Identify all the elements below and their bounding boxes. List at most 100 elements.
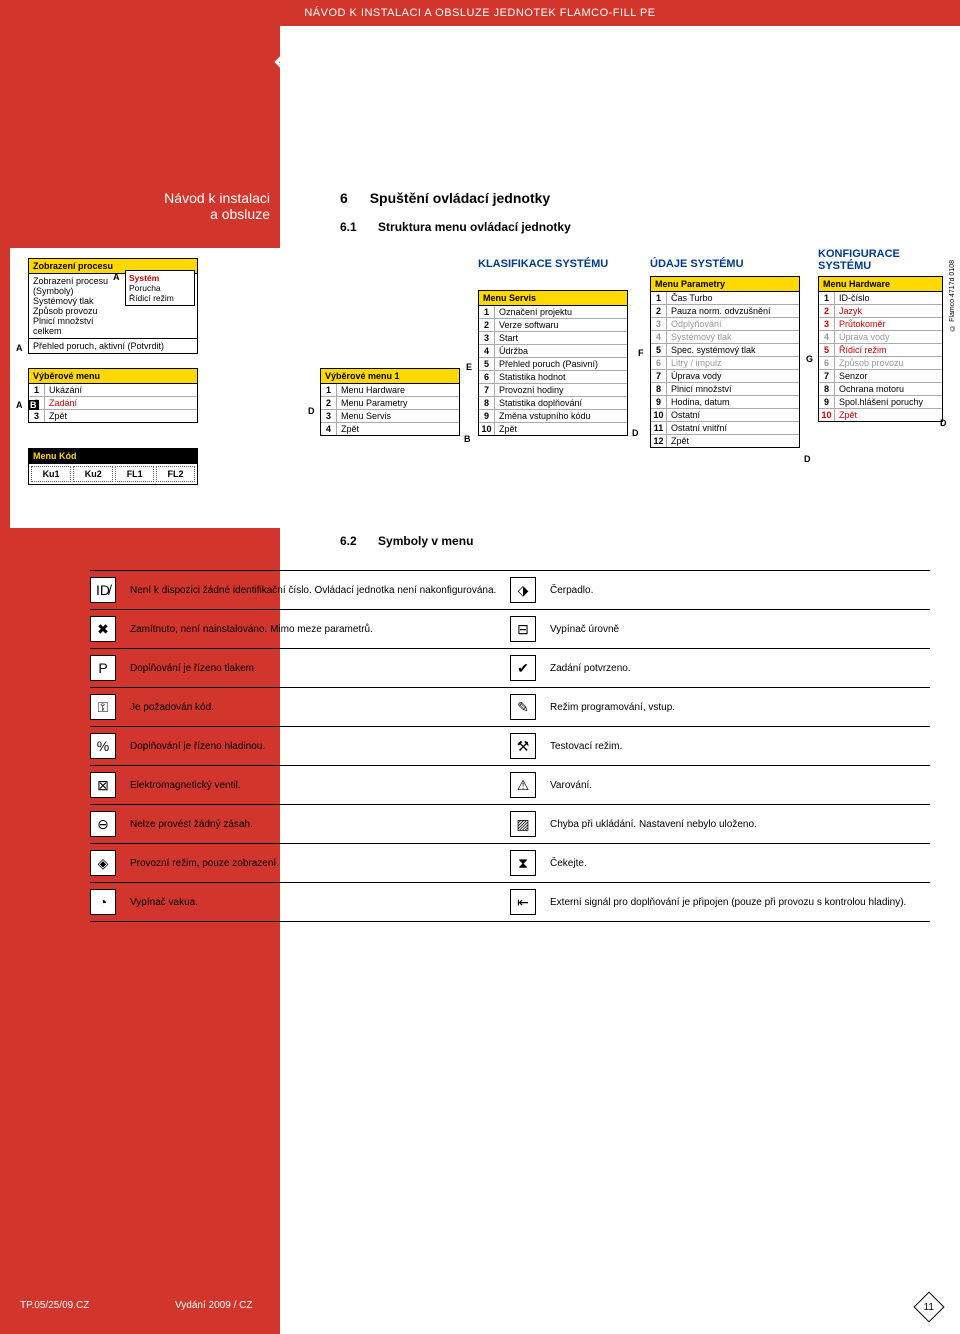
menu-row: 9Spol.hlášení poruchy [819, 396, 942, 409]
row-num: 2 [819, 305, 835, 317]
row-num: 5 [651, 344, 667, 356]
row-text: Verze softwaru [495, 319, 627, 331]
row-num: 5 [819, 344, 835, 356]
legend-row: ◈Provozní režim, pouze zobrazení.⧗Čekejt… [90, 843, 930, 882]
menu-row: 2Zadání [29, 397, 197, 410]
section-6-2-num: 6.2 [340, 534, 357, 548]
menu-row: 1ID-číslo [819, 292, 942, 305]
tag-f: F [638, 348, 644, 358]
row-text: Zadání [45, 397, 197, 409]
row-num: 10 [819, 409, 835, 421]
box-vyberove-menu: Výběrové menu 1Ukázání2Zadání3Zpět [28, 368, 198, 423]
row-text: Odplyňování [667, 318, 799, 330]
row-text: Spec. systémový tlak [667, 344, 799, 356]
symbols-legend: ID̸Není k dispozici žádné identifikační … [90, 570, 930, 922]
menu-row: 7Provozní hodiny [479, 384, 627, 397]
row-text: Ostatní [667, 409, 799, 421]
header-bar: NÁVOD K INSTALACI A OBSLUZE JEDNOTEK FLA… [0, 0, 960, 26]
footer-docnum: TP.05/25/09.CZ [20, 1300, 89, 1311]
menu-row: 12Zpět [651, 435, 799, 447]
legend-icon: ⊖ [90, 811, 116, 837]
row-text: Litry / impulz [667, 357, 799, 369]
menu-row: 5Spec. systémový tlak [651, 344, 799, 357]
section-6-1-num: 6.1 [340, 220, 357, 234]
row-num: 7 [479, 384, 495, 396]
box-hdr: Menu Kód [29, 449, 197, 464]
row-num: 4 [479, 345, 495, 357]
row-num: 4 [321, 423, 337, 435]
legend-text: Vypínač vakua. [130, 897, 198, 908]
row-num: 7 [651, 370, 667, 382]
tag-d: D [308, 406, 315, 416]
row-text: Plnicí množství [667, 383, 799, 395]
row-text: Úprava vody [835, 331, 942, 343]
sys-title: Systém [129, 273, 159, 283]
nav-line2: a obsluze [140, 206, 270, 222]
legend-text: Zamítnuto, není nainstalováno. Mimo meze… [130, 624, 373, 635]
row-text: Menu Hardware [337, 384, 459, 396]
row-num: 3 [479, 332, 495, 344]
legend-icon: ID̸ [90, 577, 116, 603]
menu-row: 4Systémový tlak [651, 331, 799, 344]
row-text: Změna vstupního kódu [495, 410, 627, 422]
menu-row: 1Čas Turbo [651, 292, 799, 305]
tag-d2: D [632, 428, 639, 438]
line: celkem [33, 326, 193, 336]
row-num: 1 [819, 292, 835, 304]
row-text: Zpět [45, 410, 197, 422]
line: Způsob provozu [33, 306, 193, 316]
menu-row: 7Senzor [819, 370, 942, 383]
legend-row: ⊠Elektromagnetický ventil.⚠Varování. [90, 765, 930, 804]
legend-text: Doplňování je řízeno tlakem. [130, 663, 257, 674]
legend-text: Čekejte. [550, 858, 587, 869]
kod-cell: Ku2 [73, 466, 113, 482]
copyright-side: © Flamco 4717d 0108 [949, 260, 956, 331]
menu-row: 2Pauza norm. odvzušnění [651, 305, 799, 318]
legend-icon: ⧗ [510, 850, 536, 876]
row-text: Zpět [337, 423, 459, 435]
footer-edition: Vydání 2009 / CZ [175, 1300, 252, 1311]
box-hdr: Menu Servis [479, 291, 627, 306]
line-alert: Přehled poruch, aktivní (Potvrdit) [29, 338, 197, 353]
row-text: Zpět [667, 435, 799, 447]
menu-row: 2Menu Parametry [321, 397, 459, 410]
row-text: Provozní hodiny [495, 384, 627, 396]
tag-a: A [113, 272, 120, 282]
logo-block: Flamco [283, 40, 473, 83]
menu-row: 2Verze softwaru [479, 319, 627, 332]
legend-icon: ⚠ [510, 772, 536, 798]
legend-icon: ◔ [90, 889, 116, 915]
row-num: 6 [819, 357, 835, 369]
section-6-1-title: Struktura menu ovládací jednotky [378, 220, 571, 234]
legend-row: ⚿Je požadován kód.✎Režim programování, v… [90, 687, 930, 726]
row-num: 11 [651, 422, 667, 434]
menu-row: 3Start [479, 332, 627, 345]
row-num: 8 [819, 383, 835, 395]
menu-structure-diagram: Zobrazení procesu Zobrazení procesu (Sym… [10, 248, 950, 528]
box-hdr: Menu Parametry [651, 277, 799, 292]
section-6-num: 6 [340, 190, 348, 206]
row-num: 8 [651, 383, 667, 395]
row-text: Zpět [495, 423, 627, 435]
legend-text: Varování. [550, 780, 592, 791]
menu-row: 4Údržba [479, 345, 627, 358]
row-text: Ostatní vnitřní [667, 422, 799, 434]
legend-text: Je požadován kód. [130, 702, 214, 713]
legend-icon: ⚿ [90, 694, 116, 720]
menu-row: 8Plnicí množství [651, 383, 799, 396]
tag-a2: A [16, 343, 23, 353]
row-text: Start [495, 332, 627, 344]
row-text: Označení projektu [495, 306, 627, 318]
legend-icon: ✎ [510, 694, 536, 720]
row-text: Zpět [835, 409, 942, 421]
menu-row: 10Zpět [819, 409, 942, 421]
row-num: 3 [651, 318, 667, 330]
legend-row: ⊖Nelze provést žádný zásah.▨Chyba při uk… [90, 804, 930, 843]
box-vyberove-menu-1: Výběrové menu 1 1Menu Hardware2Menu Para… [320, 368, 460, 436]
line: Plnicí množství [33, 316, 193, 326]
row-num: 1 [479, 306, 495, 318]
legend-text: Čerpadlo. [550, 585, 593, 596]
row-num: 6 [479, 371, 495, 383]
legend-icon: ✖ [90, 616, 116, 642]
tag-b: B [28, 400, 39, 410]
